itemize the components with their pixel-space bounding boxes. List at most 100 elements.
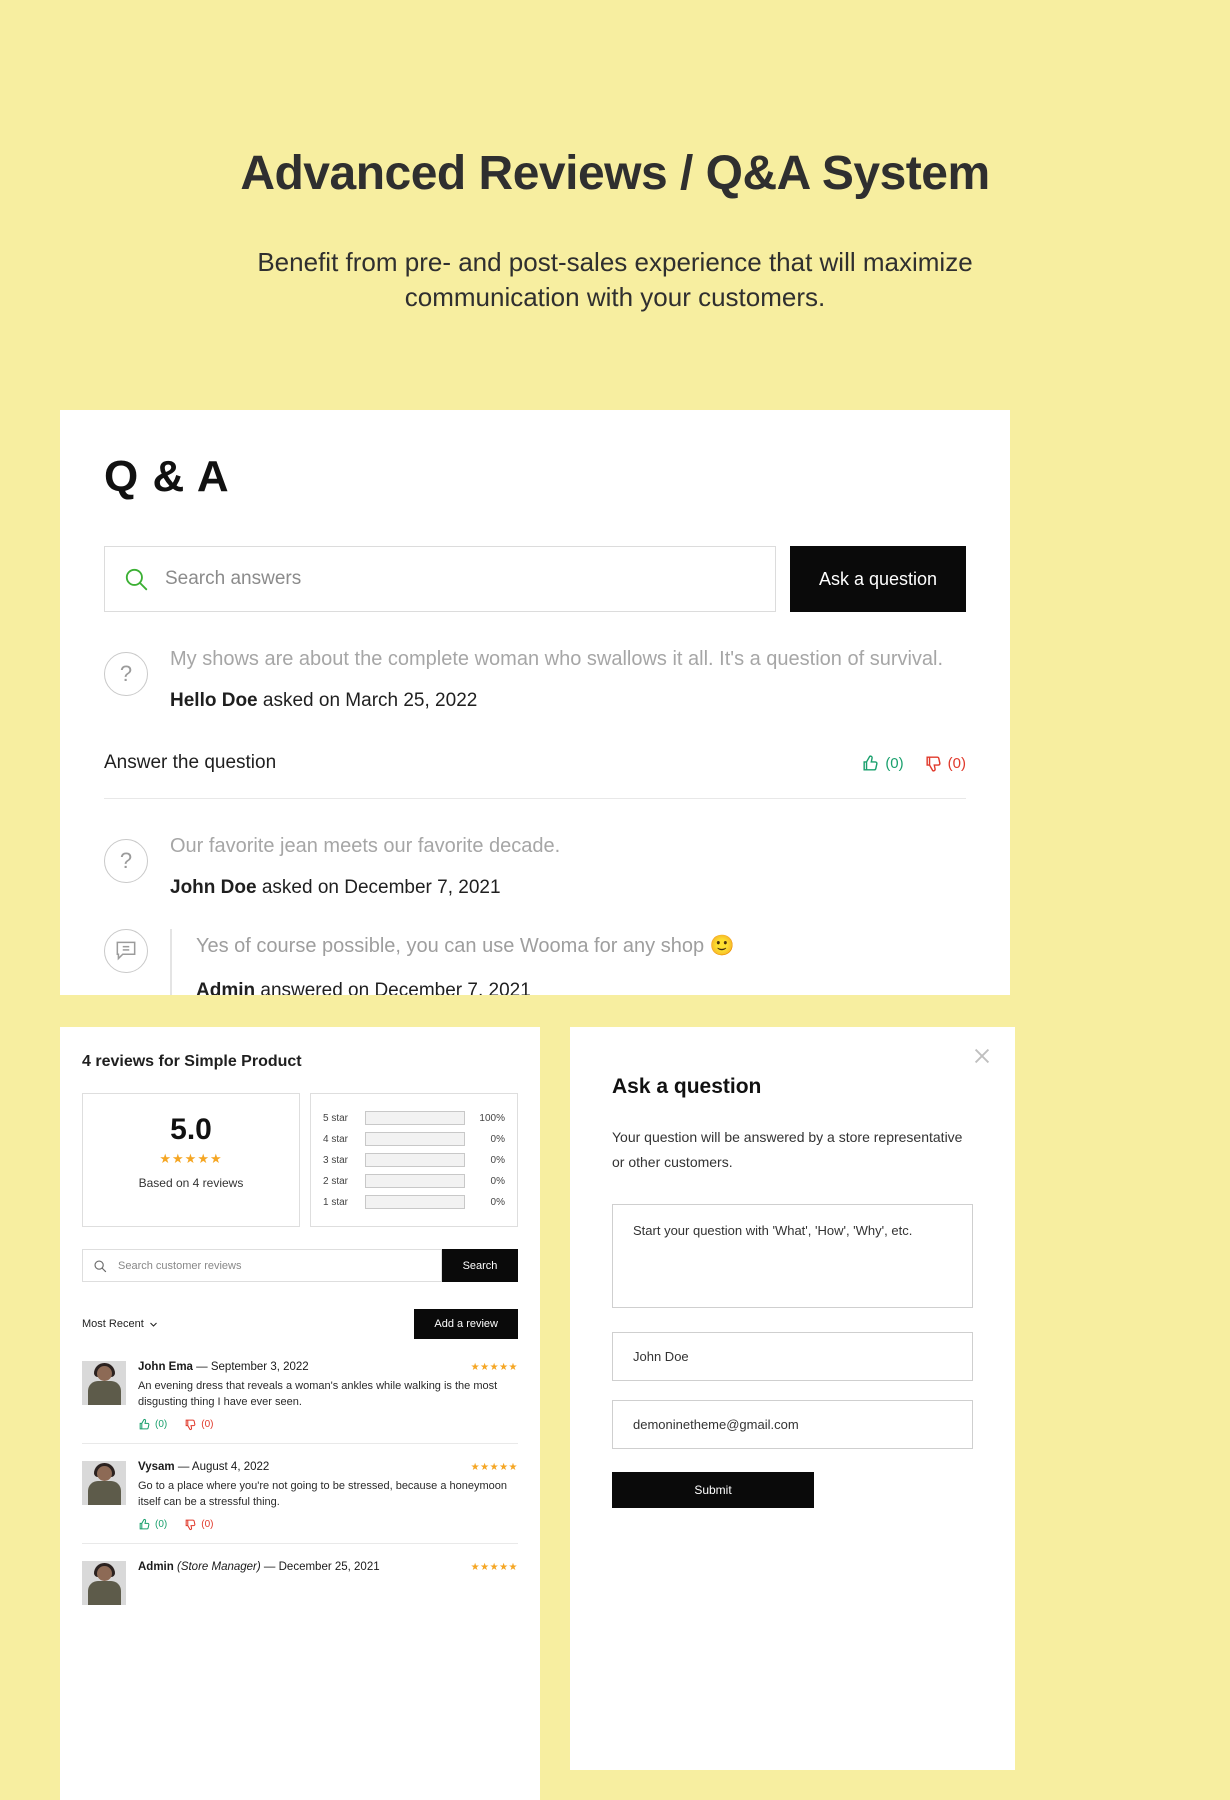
question-meta: John Doe asked on December 7, 2021 — [170, 877, 966, 899]
answer-the-question-link[interactable]: Answer the question — [104, 752, 276, 774]
review-date: — August 4, 2022 — [177, 1460, 270, 1473]
question-date: asked on December 7, 2021 — [256, 877, 501, 898]
reviews-sort-label: Most Recent — [82, 1318, 144, 1330]
upvote-button[interactable]: (0) — [861, 754, 904, 773]
vote-group: (0) (0) — [861, 754, 966, 773]
reviews-search-input[interactable] — [116, 1258, 431, 1273]
question-author: John Doe — [170, 877, 257, 898]
qa-item: ? My shows are about the complete woman … — [104, 612, 966, 712]
rating-bar-row[interactable]: 1 star 0% — [323, 1195, 505, 1209]
rating-bar-percent: 0% — [490, 1196, 505, 1208]
rating-bar-track — [365, 1195, 465, 1209]
close-icon[interactable] — [971, 1045, 993, 1067]
search-icon — [125, 568, 148, 591]
hero-section: Advanced Reviews / Q&A System Benefit fr… — [0, 0, 1230, 315]
thumbs-down-icon — [185, 1419, 196, 1430]
thumbs-down-icon — [185, 1519, 196, 1530]
rating-bar-track — [365, 1132, 465, 1146]
rating-bar-track — [365, 1174, 465, 1188]
email-field[interactable] — [612, 1400, 973, 1449]
rating-bar-row[interactable]: 4 star 0% — [323, 1132, 505, 1146]
thumbs-up-icon — [863, 754, 878, 771]
rating-bar-percent: 100% — [479, 1112, 505, 1124]
reviews-toolbar: Most Recent Add a review — [82, 1309, 518, 1339]
question-date: asked on March 25, 2022 — [257, 690, 478, 711]
rating-bar-label: 4 star — [323, 1133, 349, 1145]
rating-bar-row[interactable]: 5 star 100% — [323, 1111, 505, 1125]
review-text: Go to a place where you're not going to … — [138, 1479, 508, 1508]
question-text: Our favorite jean meets our favorite dec… — [170, 835, 561, 857]
question-mark-icon: ? — [104, 839, 148, 883]
average-rating-stars: ★★★★★ — [159, 1151, 223, 1166]
rating-bar-percent: 0% — [490, 1175, 505, 1187]
answer-text: Yes of course possible, you can use Woom… — [196, 935, 735, 957]
review-date: — September 3, 2022 — [196, 1361, 309, 1373]
rating-bar-percent: 0% — [490, 1154, 505, 1166]
review-upvote-count: (0) — [155, 1518, 168, 1530]
question-author: Hello Doe — [170, 690, 258, 711]
reviews-panel: 4 reviews for Simple Product 5.0 ★★★★★ B… — [60, 1027, 540, 1800]
rating-bar-row[interactable]: 3 star 0% — [323, 1153, 505, 1167]
downvote-count: (0) — [947, 754, 966, 772]
ask-a-question-button[interactable]: Ask a question — [790, 546, 966, 612]
review-vote-group: (0) (0) — [138, 1418, 518, 1431]
answer-meta: Admin answered on December 7, 2021 — [196, 980, 966, 995]
upvote-count: (0) — [885, 754, 904, 772]
review-vote-group: (0) (0) — [138, 1518, 518, 1531]
rating-bar-track — [365, 1153, 465, 1167]
review-upvote-button[interactable]: (0) — [138, 1518, 167, 1531]
qa-search-box[interactable] — [104, 546, 776, 612]
reviews-summary: 5.0 ★★★★★ Based on 4 reviews 5 star 100%… — [82, 1093, 518, 1227]
review-author-role: (Store Manager) — [176, 1560, 261, 1573]
reviews-search-button[interactable]: Search — [442, 1249, 518, 1282]
review-stars: ★★★★★ — [470, 1561, 518, 1573]
avatar — [82, 1560, 126, 1605]
rating-bar-row[interactable]: 2 star 0% — [323, 1174, 505, 1188]
thumbs-down-icon — [926, 755, 941, 772]
qa-panel: Q & A Ask a question ? My shows are abou… — [60, 410, 1010, 995]
review-text: An evening dress that reveals a woman's … — [138, 1380, 498, 1408]
review-downvote-count: (0) — [201, 1518, 214, 1530]
review-downvote-button[interactable]: (0) — [184, 1518, 213, 1531]
name-field[interactable] — [612, 1332, 973, 1381]
reviews-search-row: Search — [82, 1249, 518, 1282]
review-author: Admin — [138, 1560, 174, 1573]
avatar — [82, 1460, 126, 1505]
rating-bar-label: 2 star — [323, 1175, 349, 1187]
review-author-line: Vysam — August 4, 2022 — [138, 1461, 269, 1473]
qa-item: ? Our favorite jean meets our favorite d… — [104, 799, 966, 899]
review-stars: ★★★★★ — [470, 1362, 518, 1373]
review-stars: ★★★★★ — [470, 1461, 518, 1473]
modal-description: Your question will be answered by a stor… — [612, 1129, 963, 1170]
page-subtitle: Benefit from pre- and post-sales experie… — [257, 246, 973, 312]
reviews-list: John Ema — September 3, 2022 ★★★★★ An ev… — [82, 1361, 518, 1617]
reviews-search-box[interactable] — [82, 1249, 442, 1282]
reviews-sort-select[interactable]: Most Recent — [82, 1318, 158, 1330]
review-downvote-button[interactable]: (0) — [184, 1418, 213, 1431]
qa-heading: Q & A — [104, 452, 230, 501]
question-mark-icon: ? — [104, 652, 148, 696]
rating-distribution: 5 star 100% 4 star 0% 3 star 0% 2 star 0… — [310, 1093, 518, 1227]
review-item: John Ema — September 3, 2022 ★★★★★ An ev… — [82, 1361, 518, 1444]
answer-bubble-icon — [104, 929, 148, 973]
review-author: Vysam — [138, 1460, 175, 1473]
review-item: Vysam — August 4, 2022 ★★★★★ Go to a pla… — [82, 1460, 518, 1544]
qa-search-input[interactable] — [163, 567, 757, 591]
chevron-down-icon — [149, 1322, 157, 1327]
avatar — [82, 1361, 126, 1405]
add-a-review-button[interactable]: Add a review — [414, 1309, 518, 1339]
question-meta: Hello Doe asked on March 25, 2022 — [170, 690, 966, 712]
rating-bar-label: 1 star — [323, 1196, 349, 1208]
rating-bar-percent: 0% — [490, 1133, 505, 1145]
review-author-line: Admin (Store Manager) — December 25, 202… — [138, 1561, 380, 1573]
question-textarea[interactable] — [612, 1204, 973, 1308]
thumbs-up-icon — [139, 1518, 150, 1530]
rating-bar-label: 3 star — [323, 1154, 349, 1166]
rating-bar-label: 5 star — [323, 1112, 349, 1124]
submit-button[interactable]: Submit — [612, 1472, 814, 1508]
downvote-button[interactable]: (0) — [924, 754, 966, 773]
review-upvote-button[interactable]: (0) — [138, 1418, 167, 1431]
question-text: My shows are about the complete woman wh… — [170, 648, 944, 670]
ask-question-modal: Ask a question Your question will be ans… — [570, 1027, 1015, 1770]
average-rating-box: 5.0 ★★★★★ Based on 4 reviews — [82, 1093, 300, 1227]
